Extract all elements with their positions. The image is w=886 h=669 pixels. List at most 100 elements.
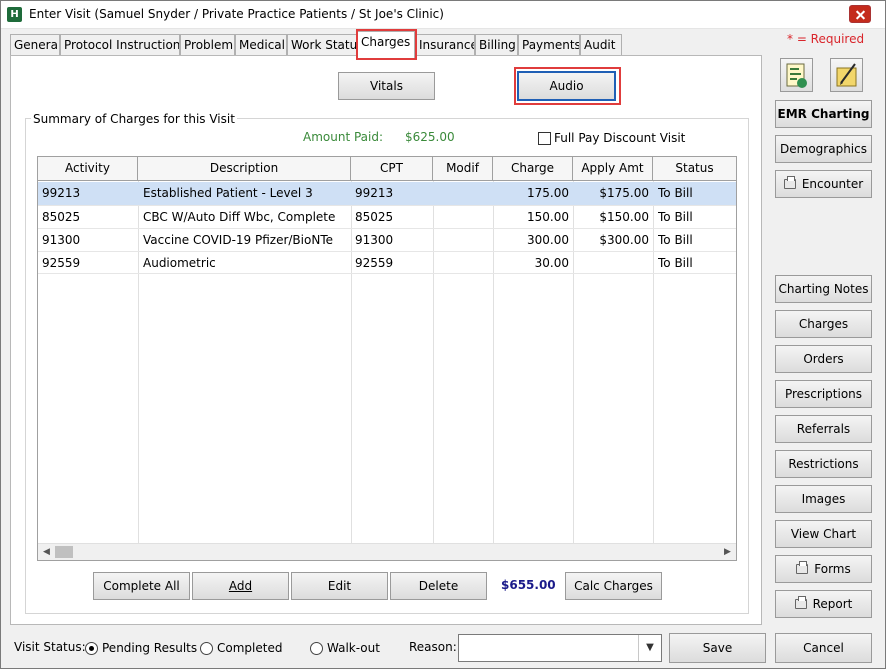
- col-header-cpt[interactable]: CPT: [351, 157, 433, 181]
- cell-apply-amt: [573, 252, 649, 275]
- horizontal-scrollbar[interactable]: ◀ ▶: [38, 543, 736, 560]
- charges-button[interactable]: Charges: [775, 310, 872, 338]
- cell-activity: 99213: [42, 186, 81, 200]
- cell-modif: [437, 229, 491, 252]
- vitals-button[interactable]: Vitals: [338, 72, 435, 100]
- tab-problem[interactable]: Problem: [180, 34, 235, 56]
- encounter-label: Encounter: [801, 177, 864, 191]
- cell-status: To Bill: [658, 256, 693, 270]
- col-header-charge[interactable]: Charge: [493, 157, 573, 181]
- cell-cpt: 91300: [355, 233, 394, 247]
- emr-charting-button[interactable]: EMR Charting: [775, 100, 872, 128]
- tab-general[interactable]: General: [10, 34, 60, 56]
- audio-button[interactable]: Audio: [517, 71, 616, 101]
- cell-modif: [437, 182, 491, 205]
- forms-button[interactable]: Forms: [775, 555, 872, 583]
- calc-charges-button[interactable]: Calc Charges: [565, 572, 662, 600]
- cell-status: To Bill: [658, 233, 693, 247]
- walk-out-radio[interactable]: [310, 642, 323, 655]
- walk-out-label: Walk-out: [327, 641, 380, 655]
- save-button[interactable]: Save: [669, 633, 766, 663]
- charting-notes-button[interactable]: Charting Notes: [775, 275, 872, 303]
- cell-description: CBC W/Auto Diff Wbc, Complete: [143, 210, 336, 224]
- cell-activity: 92559: [42, 256, 81, 270]
- cell-status: To Bill: [658, 186, 693, 200]
- completed-radio[interactable]: [200, 642, 213, 655]
- prescriptions-button[interactable]: Prescriptions: [775, 380, 872, 408]
- summary-group-label: Summary of Charges for this Visit: [31, 112, 237, 126]
- printer-icon: [794, 596, 807, 609]
- col-header-description[interactable]: Description: [138, 157, 351, 181]
- cell-activity: 85025: [42, 210, 81, 224]
- dropdown-arrow-icon[interactable]: ▼: [638, 635, 661, 661]
- full-pay-discount-label: Full Pay Discount Visit: [554, 131, 686, 145]
- visit-status-label: Visit Status:: [14, 640, 86, 654]
- cell-charge: 175.00: [527, 186, 569, 200]
- required-note: * = Required: [787, 32, 865, 46]
- window-title: Enter Visit (Samuel Snyder / Private Pra…: [29, 7, 444, 21]
- enter-visit-window: H Enter Visit (Samuel Snyder / Private P…: [0, 0, 886, 669]
- cell-apply-amt: $150.00: [599, 210, 649, 224]
- printer-icon: [796, 561, 809, 574]
- printer-icon: [783, 176, 796, 189]
- report-label: Report: [812, 597, 853, 611]
- edit-button[interactable]: Edit: [291, 572, 388, 600]
- cell-description: Vaccine COVID-19 Pfizer/BioNTe: [143, 233, 333, 247]
- report-button[interactable]: Report: [775, 590, 872, 618]
- delete-button[interactable]: Delete: [390, 572, 487, 600]
- title-bar: H Enter Visit (Samuel Snyder / Private P…: [1, 1, 885, 29]
- col-header-activity[interactable]: Activity: [38, 157, 138, 181]
- scroll-right-icon[interactable]: ▶: [720, 545, 735, 560]
- cancel-button[interactable]: Cancel: [775, 633, 872, 663]
- cell-status: To Bill: [658, 210, 693, 224]
- reason-select[interactable]: ▼: [458, 634, 662, 662]
- forms-label: Forms: [814, 562, 851, 576]
- charges-grid: Activity Description CPT Modif Charge Ap…: [37, 156, 737, 561]
- restrictions-button[interactable]: Restrictions: [775, 450, 872, 478]
- col-header-modif[interactable]: Modif: [433, 157, 493, 181]
- tab-protocol-instructions[interactable]: Protocol Instructions: [60, 34, 180, 56]
- cell-cpt: 85025: [355, 210, 394, 224]
- amount-paid-label: Amount Paid:: [303, 130, 384, 144]
- table-row[interactable]: 99213 Established Patient - Level 3 9921…: [38, 182, 736, 205]
- pending-results-label: Pending Results: [102, 641, 198, 655]
- edit-chart-button[interactable]: [830, 58, 863, 92]
- cell-charge: 30.00: [534, 256, 569, 270]
- charges-total: $655.00: [501, 578, 556, 592]
- tab-work-status[interactable]: Work Status: [287, 34, 357, 56]
- cell-activity: 91300: [42, 233, 81, 247]
- tab-insurance[interactable]: Insurance: [415, 34, 475, 56]
- demographics-button[interactable]: Demographics: [775, 135, 872, 163]
- scroll-left-icon[interactable]: ◀: [39, 545, 54, 560]
- table-row[interactable]: 85025 CBC W/Auto Diff Wbc, Complete 8502…: [38, 205, 736, 228]
- demographics-card-button[interactable]: [780, 58, 813, 92]
- col-header-apply-amt[interactable]: Apply Amt: [573, 157, 653, 181]
- cell-apply-amt: $175.00: [599, 186, 649, 200]
- cell-charge: 150.00: [527, 210, 569, 224]
- table-row[interactable]: 92559 Audiometric 92559 30.00 To Bill: [38, 251, 736, 274]
- cell-cpt: 99213: [355, 186, 394, 200]
- referrals-button[interactable]: Referrals: [775, 415, 872, 443]
- cell-charge: 300.00: [527, 233, 569, 247]
- tab-audit[interactable]: Audit: [580, 34, 622, 56]
- images-button[interactable]: Images: [775, 485, 872, 513]
- close-icon[interactable]: [849, 5, 871, 23]
- scroll-thumb[interactable]: [55, 546, 73, 558]
- tab-medical[interactable]: Medical: [235, 34, 287, 56]
- cell-description: Audiometric: [143, 256, 216, 270]
- col-header-status[interactable]: Status: [653, 157, 736, 181]
- encounter-button[interactable]: Encounter: [775, 170, 872, 198]
- tab-billing[interactable]: Billing: [475, 34, 518, 56]
- tab-payments[interactable]: Payments: [518, 34, 580, 56]
- complete-all-button[interactable]: Complete All: [93, 572, 190, 600]
- cell-apply-amt: $300.00: [599, 233, 649, 247]
- orders-button[interactable]: Orders: [775, 345, 872, 373]
- tab-charges[interactable]: Charges: [357, 31, 415, 58]
- cell-description: Established Patient - Level 3: [143, 186, 313, 200]
- view-chart-button[interactable]: View Chart: [775, 520, 872, 548]
- reason-label: Reason:: [409, 640, 457, 654]
- full-pay-discount-checkbox[interactable]: [538, 132, 551, 145]
- add-button[interactable]: Add: [192, 572, 289, 600]
- pending-results-radio[interactable]: [85, 642, 98, 655]
- table-row[interactable]: 91300 Vaccine COVID-19 Pfizer/BioNTe 913…: [38, 228, 736, 251]
